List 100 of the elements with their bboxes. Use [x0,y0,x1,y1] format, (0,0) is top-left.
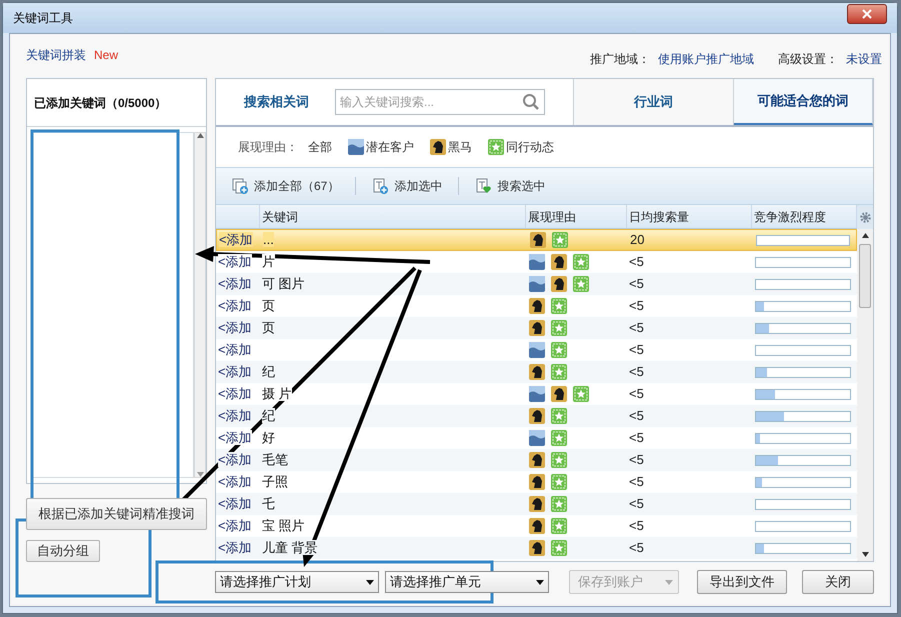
search-volume-cell: <5 [629,474,644,490]
add-link[interactable]: <添加 [218,364,252,380]
star-icon [551,540,567,556]
search-volume-cell: <5 [629,342,644,358]
search-volume-cell: <5 [629,430,644,446]
add-link[interactable]: <添加 [218,386,252,402]
wave-icon [529,430,545,446]
toolbar-button[interactable]: 添加全部（67） [224,177,356,195]
keyword-cell: 页 [262,320,275,336]
horse-head-icon [529,364,545,380]
region-link[interactable]: 使用账户推广地域 [658,50,754,68]
star-icon [552,232,568,248]
search-volume-cell: 20 [630,232,644,248]
star-icon [551,496,567,512]
table-row[interactable]: <添加 毛笔 <5 [216,449,857,471]
add-link[interactable]: <添加 [218,408,252,424]
add-link[interactable]: <添加 [218,430,252,446]
star-icon [551,518,567,534]
horse-head-icon [529,452,545,468]
add-link[interactable]: <添加 [218,474,252,490]
scroll-up-icon[interactable] [196,133,204,138]
window-title: 关键词工具 [13,10,73,27]
caret-icon [536,580,544,584]
search-volume-cell: <5 [629,452,644,468]
dropdown[interactable]: 请选择推广单元 [385,571,549,593]
add-link[interactable]: <添加 [218,540,252,556]
precise-search-button[interactable]: 根据已添加关键词精准搜词 [26,498,207,530]
add-link[interactable]: <添加 [218,518,252,534]
keyword-cell: 子照 [262,474,288,490]
star-icon [573,276,589,292]
table-row[interactable]: <添加 页 <5 [216,317,857,339]
table-row[interactable]: <添加 纪 <5 [216,405,857,427]
column-header[interactable]: 竞争激烈程度 [754,208,826,226]
toolbar-button[interactable]: 搜索选中 [467,177,554,195]
horse-head-icon [529,408,545,424]
search-field[interactable]: 输入关键词搜索... [335,89,545,115]
add-pages-icon [232,178,248,194]
horse-head-icon [529,540,545,556]
add-link[interactable]: <添加 [218,276,252,292]
keyword-cell: 好 [262,430,275,446]
table-row[interactable]: <添加 纪 <5 [216,361,857,383]
scrollbar[interactable] [194,132,206,478]
add-link[interactable]: <添加 [218,496,252,512]
horse-head-icon [529,298,545,314]
table-row[interactable]: <添加 乇 <5 [216,493,857,515]
keyword-assembly-link[interactable]: 关键词拼装 [26,46,86,64]
star-icon [551,298,567,314]
add-link[interactable]: <添加 [218,452,252,468]
filter-option[interactable]: 全部 [308,138,332,156]
scrollbar[interactable] [857,229,873,561]
panel-title: 已添加关键词（0/5000） [34,94,167,112]
export-button[interactable]: 导出到文件 [697,570,787,594]
star-icon [551,320,567,336]
tab[interactable]: 行业词 [574,79,734,125]
search-volume-cell: <5 [629,518,644,534]
keyword-list[interactable] [32,132,194,478]
add-link[interactable]: <添加 [218,342,252,358]
search-volume-cell: <5 [629,298,644,314]
caret-icon [366,580,374,584]
column-header[interactable]: 日均搜索量 [629,208,689,226]
column-header[interactable]: 展现理由 [528,208,576,226]
keyword-cell: 毛笔 [262,452,288,468]
search-volume-cell: <5 [629,496,644,512]
keyword-cell: 摄 片 [262,386,292,402]
table-row[interactable]: <添加 儿童 背景 <5 [216,537,857,559]
auto-group-button[interactable]: 自动分组 [26,540,100,562]
star-icon [551,430,567,446]
horse-head-icon [529,496,545,512]
advanced-settings-link[interactable]: 未设置 [846,50,882,68]
scroll-up-icon[interactable] [862,233,868,238]
toolbar-button[interactable]: 添加选中 [364,177,460,195]
scroll-thumb[interactable] [859,244,871,308]
dropdown[interactable]: 请选择推广计划 [215,571,379,593]
tab[interactable]: 搜索相关词 [244,92,309,112]
close-button[interactable] [847,4,887,24]
filter-option[interactable]: 潜在客户 [348,138,414,156]
new-label: New [94,47,118,64]
horse-head-icon [529,320,545,336]
add-link[interactable]: <添加 [219,232,253,248]
close-dialog-button[interactable]: 关闭 [802,570,874,594]
scroll-down-icon[interactable] [862,552,868,557]
add-page-icon [372,178,388,194]
column-header[interactable]: 关键词 [262,208,298,226]
keyword-cell: 片 [262,254,275,270]
search-volume-cell: <5 [629,364,644,380]
table-row[interactable]: <添加 可 图片 <5 [216,273,857,295]
tab[interactable]: 可能适合您的词 [734,79,873,125]
add-link[interactable]: <添加 [218,320,252,336]
star-icon [551,452,567,468]
filter-option[interactable]: 黑马 [430,138,472,156]
keyword-cell: 纪 [262,408,275,424]
add-link[interactable]: <添加 [218,298,252,314]
settings-icon[interactable] [858,210,872,224]
search-icon[interactable] [522,93,540,111]
table-row[interactable]: <添加 ... 20 [216,229,857,251]
wave-icon [529,386,545,402]
add-link[interactable]: <添加 [218,254,252,270]
filter-option[interactable]: 同行动态 [488,138,554,156]
keyword-cell: 纪 [262,364,275,380]
page-heart-icon [475,178,492,194]
